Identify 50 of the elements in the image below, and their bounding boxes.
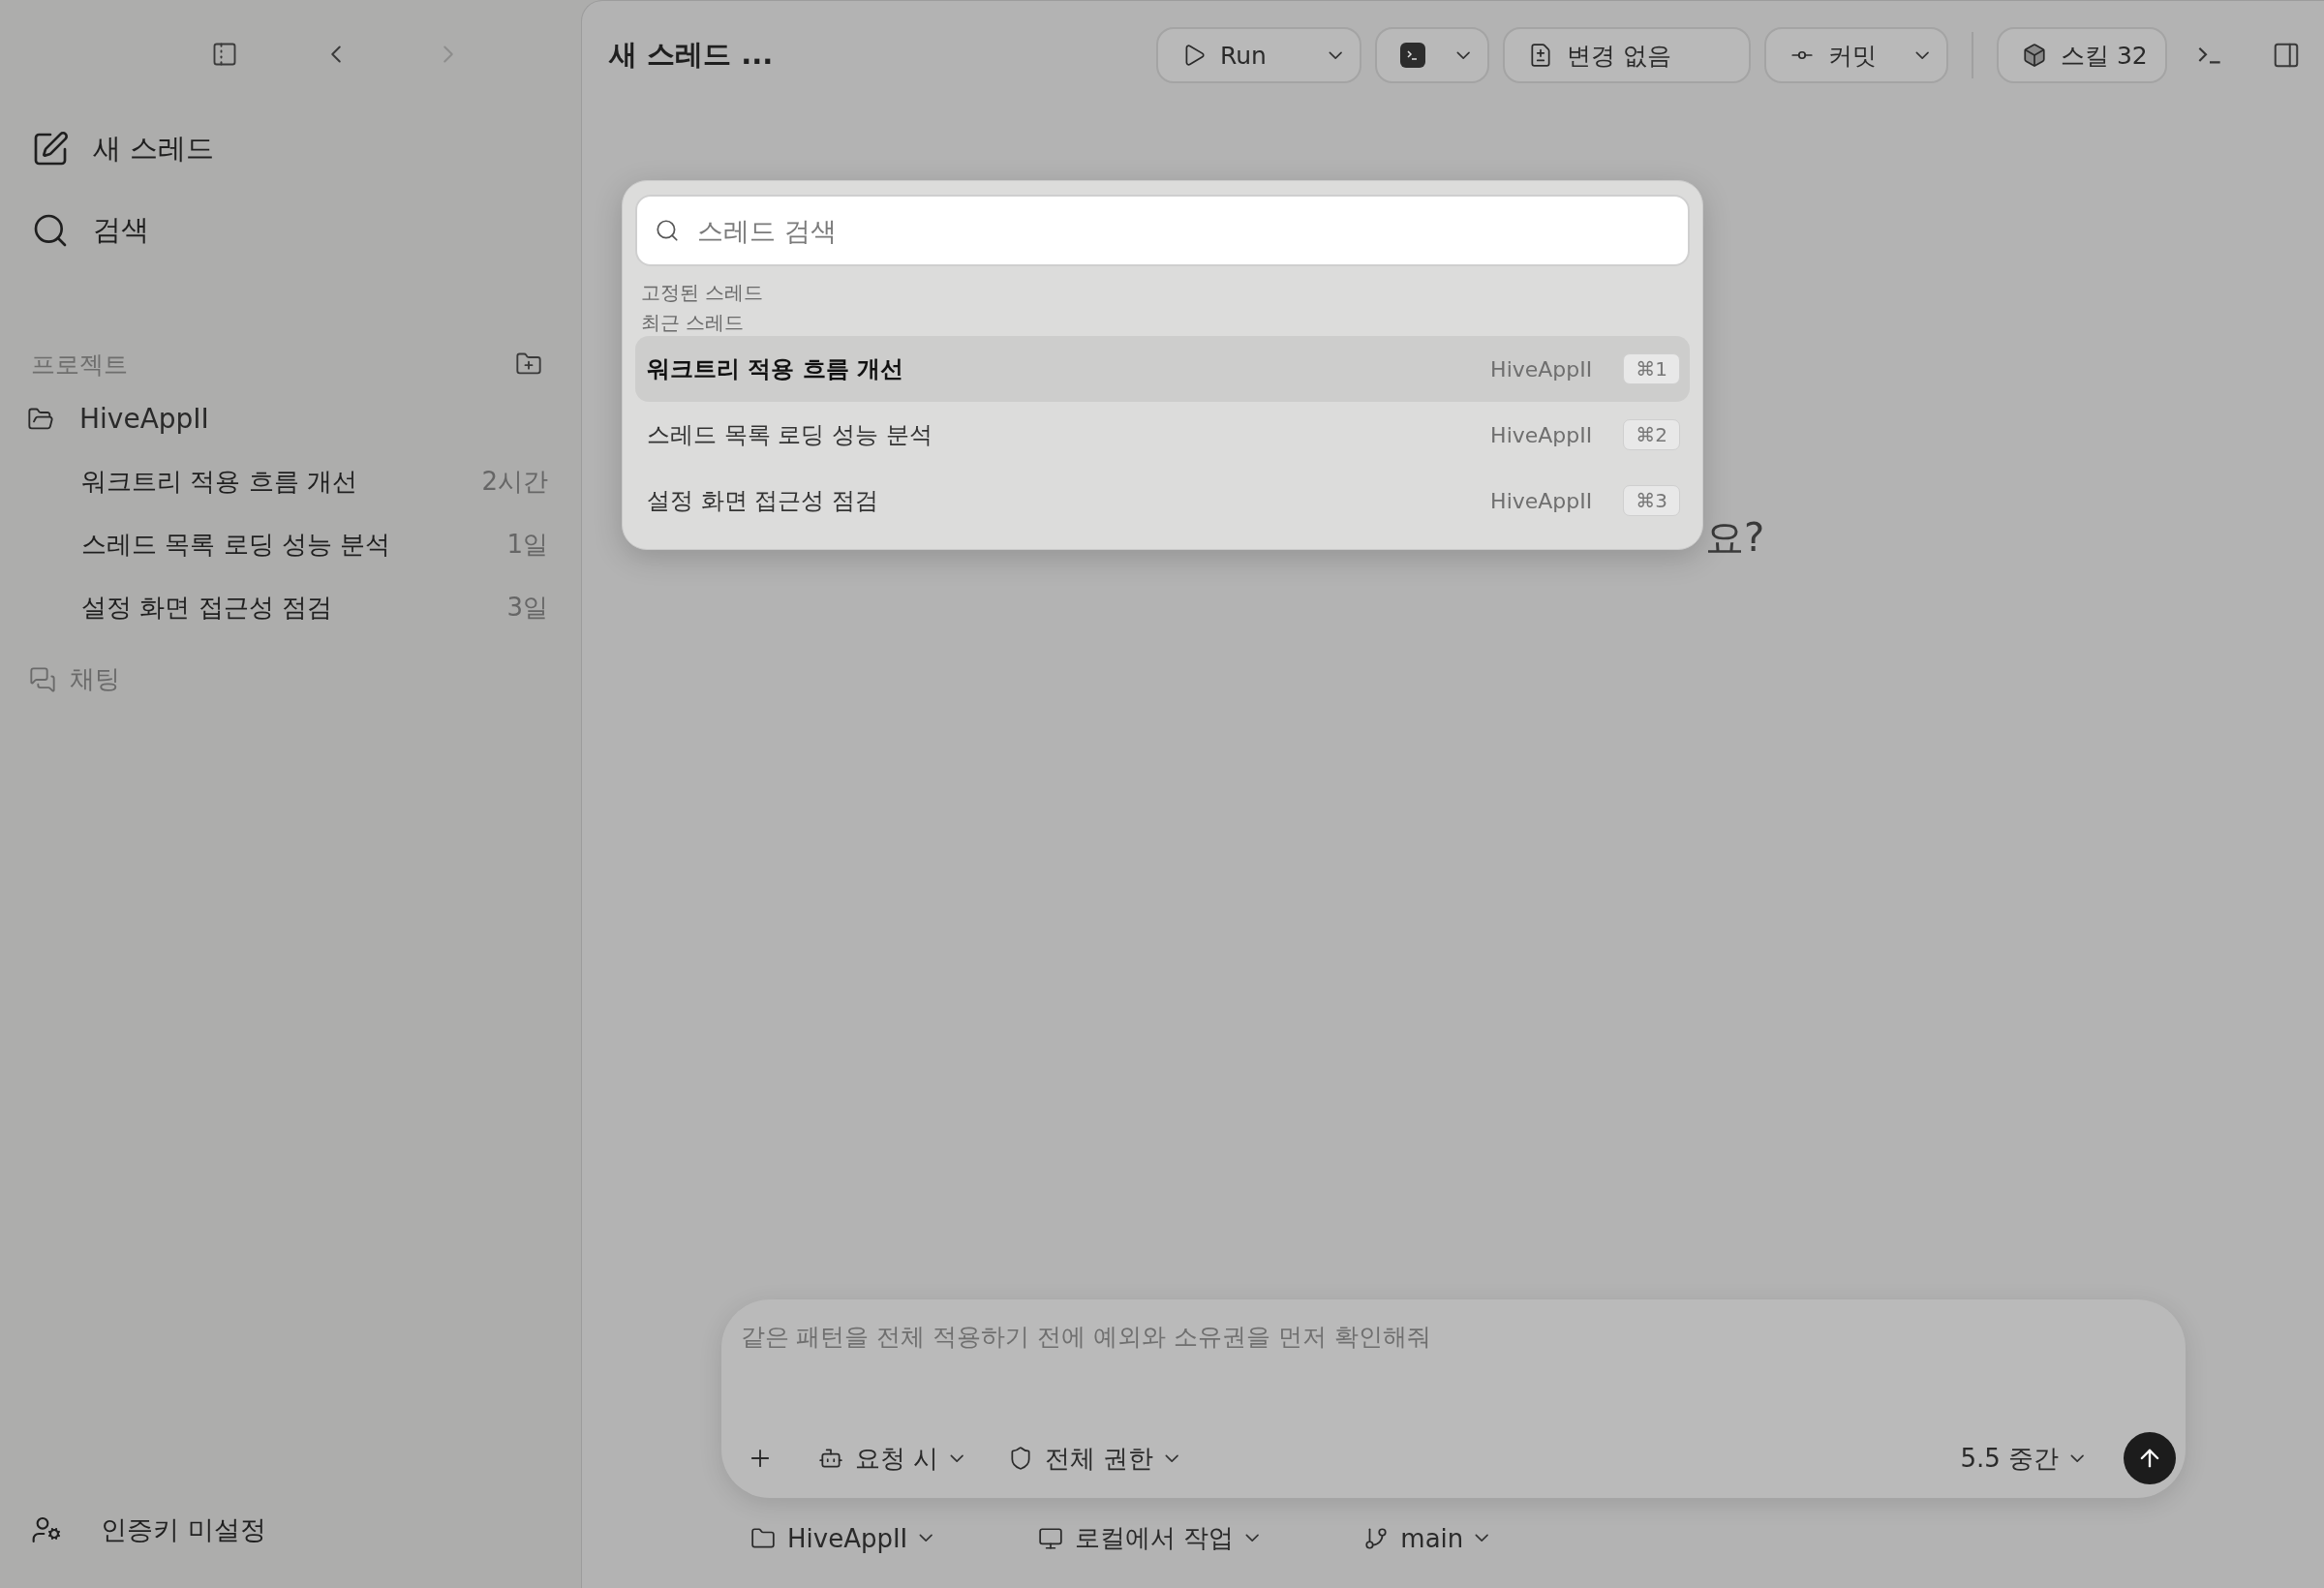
robot-icon: [817, 1446, 843, 1471]
send-button[interactable]: [2123, 1432, 2176, 1484]
terminal-prompt-icon: [2198, 46, 2221, 64]
thread-item[interactable]: 설정 화면 접근성 점검 3일: [27, 576, 552, 639]
folder-icon: [750, 1525, 776, 1551]
cube-icon: [2022, 43, 2047, 68]
chevron-down-icon: [919, 1534, 933, 1542]
chevron-down-icon: [1455, 50, 1470, 60]
mode-button[interactable]: 요청 시: [811, 1435, 970, 1481]
thread-item[interactable]: 스레드 목록 로딩 성능 분석 1일: [27, 513, 552, 576]
environment-selector[interactable]: 로컬에서 작업: [1031, 1515, 1266, 1561]
chevron-down-icon: [2070, 1453, 2085, 1463]
branch-selector[interactable]: main: [1358, 1515, 1495, 1561]
commit-button[interactable]: 커밋: [1764, 27, 1948, 83]
terminal-icon: [1400, 43, 1425, 68]
user-gear-icon: [31, 1514, 62, 1545]
chevron-down-icon: [1165, 1453, 1179, 1463]
auth-key-button[interactable]: 인증키 미설정: [27, 1472, 552, 1588]
model-button[interactable]: 5.5 중간: [1954, 1435, 2091, 1481]
section-label: 고정된 스레드: [640, 280, 765, 306]
run-button[interactable]: Run: [1156, 27, 1361, 83]
thread-title: 새 스레드 ...: [609, 37, 775, 73]
search-button[interactable]: 검색: [27, 190, 552, 271]
thread-search-field[interactable]: 스레드 검색: [635, 195, 1690, 266]
message-composer[interactable]: 같은 패턴을 전체 적용하기 전에 예외와 소유권을 먼저 확인해줘 요청 시 전체 권한 5.5 중간: [720, 1299, 2186, 1498]
thread-item[interactable]: 워크트리 적용 흐름 개선 2시간: [27, 450, 552, 513]
heading: 요?: [1705, 514, 1765, 562]
search-icon: [655, 218, 680, 243]
skills-button[interactable]: 스킬 32: [1997, 27, 2167, 83]
chevron-down-icon: [949, 1453, 964, 1463]
thread-result[interactable]: 스레드 목록 로딩 성능 분석 HiveAppII ⌘2: [635, 402, 1690, 468]
chevron-down-icon: [1475, 1534, 1489, 1542]
chevron-down-icon: [1244, 1534, 1260, 1542]
changes-button[interactable]: 변경 없음: [1503, 27, 1751, 83]
monitor-icon: [1037, 1525, 1063, 1551]
thread-result[interactable]: 설정 화면 접근성 점검 HiveAppII ⌘3: [635, 468, 1690, 534]
new-thread-button[interactable]: 새 스레드: [27, 108, 552, 190]
permission-button[interactable]: 전체 권한: [1002, 1435, 1185, 1481]
thread-result[interactable]: 워크트리 적용 흐름 개선 HiveAppII ⌘1: [635, 336, 1690, 402]
section-label: 프로젝트: [31, 349, 128, 381]
chat-icon: [29, 665, 56, 693]
project-selector[interactable]: HiveAppII: [745, 1515, 939, 1561]
chevron-down-icon: [1914, 50, 1929, 60]
file-diff-icon: [1528, 43, 1553, 68]
terminal-button[interactable]: [1375, 27, 1489, 83]
chevron-down-icon: [1328, 50, 1342, 60]
branch-icon: [1363, 1525, 1390, 1551]
section-label: 최근 스레드: [640, 310, 746, 336]
message-input[interactable]: 같은 패턴을 전체 적용하기 전에 예외와 소유권을 먼저 확인해줘: [740, 1321, 2176, 1432]
project-item[interactable]: HiveAppII: [27, 387, 552, 450]
